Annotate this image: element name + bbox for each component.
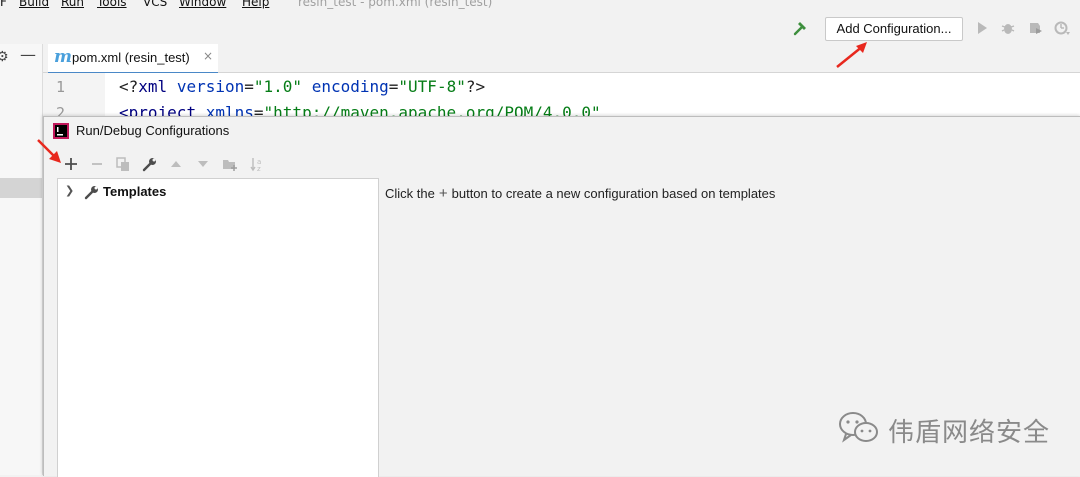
menu-build[interactable]: Build bbox=[19, 0, 49, 9]
folder-icon[interactable] bbox=[222, 156, 238, 172]
menu-bar: F Build Run Tools VCS Window Help resin_… bbox=[0, 0, 1080, 9]
remove-icon[interactable] bbox=[89, 156, 105, 172]
profile-icon[interactable] bbox=[1054, 20, 1070, 36]
add-icon: + bbox=[438, 185, 448, 202]
run-icon[interactable] bbox=[974, 20, 990, 36]
minimize-icon[interactable]: — bbox=[20, 45, 36, 64]
copy-icon[interactable] bbox=[115, 156, 131, 172]
add-icon[interactable] bbox=[63, 156, 79, 172]
project-panel: ⚙ — bbox=[0, 44, 43, 475]
maven-file-icon: m bbox=[54, 47, 72, 67]
wrench-icon[interactable] bbox=[142, 156, 158, 172]
wechat-watermark: 伟盾网络安全 bbox=[838, 408, 1058, 448]
move-up-icon[interactable] bbox=[168, 156, 184, 172]
annotation-arrow bbox=[836, 42, 867, 68]
chevron-right-icon[interactable]: ❯ bbox=[65, 184, 74, 197]
add-configuration-button[interactable]: Add Configuration... bbox=[825, 17, 963, 41]
configurations-tree[interactable]: ❯ Templates bbox=[57, 178, 379, 477]
menu-run[interactable]: Run bbox=[61, 0, 84, 9]
code-line: <?xml version="1.0" encoding="UTF-8"?> bbox=[119, 77, 486, 96]
hammer-icon[interactable] bbox=[792, 19, 810, 37]
tree-item-templates[interactable]: Templates bbox=[103, 184, 166, 199]
wrench-icon bbox=[84, 186, 98, 200]
annotation-arrow bbox=[37, 139, 61, 163]
move-down-icon[interactable] bbox=[195, 156, 211, 172]
tab-label: pom.xml (resin_test) bbox=[72, 50, 190, 65]
close-icon[interactable]: × bbox=[203, 49, 213, 63]
main-toolbar: Add Configuration... bbox=[0, 9, 1080, 45]
empty-state-hint: Click the + button to create a new configu… bbox=[385, 185, 776, 202]
sort-icon[interactable]: a z bbox=[249, 156, 265, 172]
coverage-icon[interactable] bbox=[1027, 20, 1043, 36]
gear-icon[interactable]: ⚙ bbox=[0, 49, 9, 65]
debug-icon[interactable] bbox=[1000, 20, 1016, 36]
tab-pom-xml[interactable]: m pom.xml (resin_test) × bbox=[48, 44, 218, 74]
watermark-text: 伟盾网络安全 bbox=[888, 418, 1051, 448]
editor-tab-bar: m pom.xml (resin_test) × bbox=[43, 44, 1080, 74]
line-number: 1 bbox=[56, 78, 66, 96]
menu-vcs[interactable]: VCS bbox=[143, 0, 167, 9]
window-title: resin_test - pom.xml (resin_test) bbox=[298, 0, 493, 9]
wechat-logo-icon bbox=[839, 412, 878, 443]
selected-tree-row[interactable] bbox=[0, 178, 42, 198]
menu-tools[interactable]: Tools bbox=[97, 0, 127, 9]
svg-text:z: z bbox=[257, 165, 261, 172]
menu-window[interactable]: Window bbox=[179, 0, 226, 9]
menu-file[interactable]: F bbox=[0, 0, 7, 9]
menu-help[interactable]: Help bbox=[242, 0, 269, 9]
dialog-title: Run/Debug Configurations bbox=[76, 123, 230, 138]
